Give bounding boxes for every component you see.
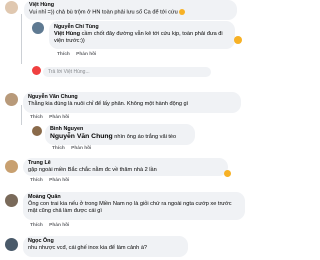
comment-text: Thằng kia đúng là nuôi chỉ để lấy phân. …: [28, 101, 189, 107]
comment-bubble: Binh Nguyen Nguyễn Văn Chung nhìn ông áo…: [45, 124, 195, 145]
comment-actions: Thích Phản hồi: [57, 52, 101, 57]
avatar[interactable]: [5, 1, 18, 14]
avatar: [32, 66, 41, 75]
avatar[interactable]: [5, 160, 18, 173]
comment-author[interactable]: Nguyễn Văn Chung: [28, 94, 236, 101]
emoji-icon: [224, 170, 231, 177]
comment-author[interactable]: Trung Lê: [28, 160, 223, 167]
reply-button[interactable]: Phản hồi: [76, 52, 96, 57]
comment-actions: Thích Phản hồi: [30, 115, 74, 120]
comment-author[interactable]: Ngọc Ông: [28, 238, 183, 245]
reply-button[interactable]: Phản hồi: [49, 178, 69, 183]
comment-bubble: Ngọc Ông nhu nhược vcđ, cái ghế inox kia…: [23, 236, 188, 257]
comment-text: Vui nhỉ =)) chả bù trộm ở HN toàn phải l…: [29, 9, 178, 16]
comment-author[interactable]: Việt Hùng: [29, 2, 232, 9]
reply-button[interactable]: Phản hồi: [49, 115, 69, 120]
comment-text: nhìn ông áo trắng vãi tèo: [114, 134, 177, 140]
comment-text: nhu nhược vcđ, cái ghế inox kia để làm c…: [28, 245, 148, 251]
like-button[interactable]: Thích: [30, 115, 43, 120]
comment-text: cầm chốt đây đường vẫn kẻ tới cứu kịp, t…: [54, 31, 223, 44]
comment-author[interactable]: Binh Nguyen: [50, 126, 190, 133]
comment-author[interactable]: Moàng Quân: [28, 194, 240, 201]
comment-bubble: Moàng Quân Ông con trai kia nếu ở trong …: [23, 192, 245, 220]
mention[interactable]: Việt Hùng: [54, 31, 80, 37]
comment-actions: Thích Phản hồi: [52, 146, 96, 151]
like-button[interactable]: Thích: [30, 223, 43, 228]
comment-bubble: Việt Hùng Vui nhỉ =)) chả bù trộm ở HN t…: [24, 0, 237, 20]
thread-line: [21, 14, 22, 64]
comment-actions: Thích Phản hồi: [30, 178, 74, 183]
like-button[interactable]: Thích: [57, 52, 70, 57]
avatar[interactable]: [5, 194, 18, 207]
avatar[interactable]: [32, 126, 42, 136]
reply-button[interactable]: Phản hồi: [49, 223, 69, 228]
like-button[interactable]: Thích: [52, 146, 65, 151]
comment-author[interactable]: Nguyễn Chí Tùng: [54, 24, 230, 31]
avatar[interactable]: [5, 93, 18, 106]
reply-button[interactable]: Phản hồi: [71, 146, 91, 151]
comment-bubble: Trung Lê gặp ngoài miền Bắc chắc nằm đc …: [23, 158, 228, 176]
avatar[interactable]: [5, 238, 18, 251]
avatar[interactable]: [32, 22, 44, 34]
emoji-icon: [234, 36, 242, 44]
reply-input[interactable]: Trả lời Việt Hùng...: [43, 67, 211, 77]
comment-actions: Thích Phản hồi: [30, 223, 74, 228]
emoji-icon: [179, 9, 186, 15]
mention[interactable]: Nguyễn Văn Chung: [50, 133, 113, 140]
comment-text: gặp ngoài miền Bắc chắc nằm đc về thăm n…: [28, 167, 157, 173]
like-button[interactable]: Thích: [30, 178, 43, 183]
comment-bubble: Nguyễn Chí Tùng Việt Hùng cầm chốt đây đ…: [49, 21, 235, 49]
comment-bubble: Nguyễn Văn Chung Thằng kia đúng là nuôi …: [23, 92, 241, 113]
thread-line: [21, 105, 22, 125]
comment-text: Ông con trai kia nếu ở trong Miền Nam nọ…: [28, 201, 232, 214]
